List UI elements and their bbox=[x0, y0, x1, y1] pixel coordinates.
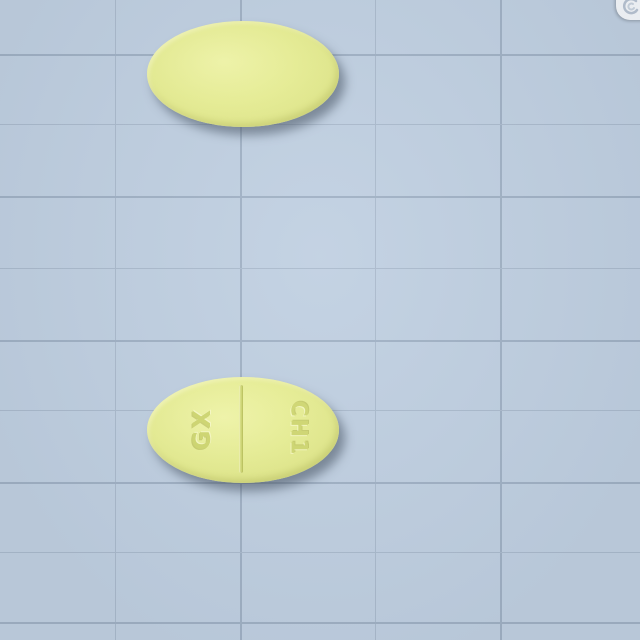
grid-line bbox=[0, 482, 640, 484]
photo-scene: GX CH1 bbox=[0, 0, 640, 640]
grid-line bbox=[500, 0, 502, 640]
swirl-logo-icon bbox=[616, 0, 640, 20]
grid-line bbox=[0, 196, 640, 198]
swirl-logo-icon bbox=[622, 0, 639, 15]
grid-line bbox=[115, 0, 116, 640]
grid-line bbox=[0, 552, 640, 553]
grid-line bbox=[375, 0, 376, 640]
grid-line bbox=[0, 340, 640, 342]
grid-line bbox=[0, 622, 640, 624]
imprint-gx: GX bbox=[188, 407, 216, 451]
grid-line bbox=[0, 268, 640, 269]
grid-line bbox=[0, 124, 640, 125]
tablet-front bbox=[147, 21, 339, 127]
tablet-back: GX CH1 bbox=[147, 377, 339, 483]
imprint-ch1: CH1 bbox=[285, 400, 311, 457]
score-line bbox=[239, 385, 243, 473]
